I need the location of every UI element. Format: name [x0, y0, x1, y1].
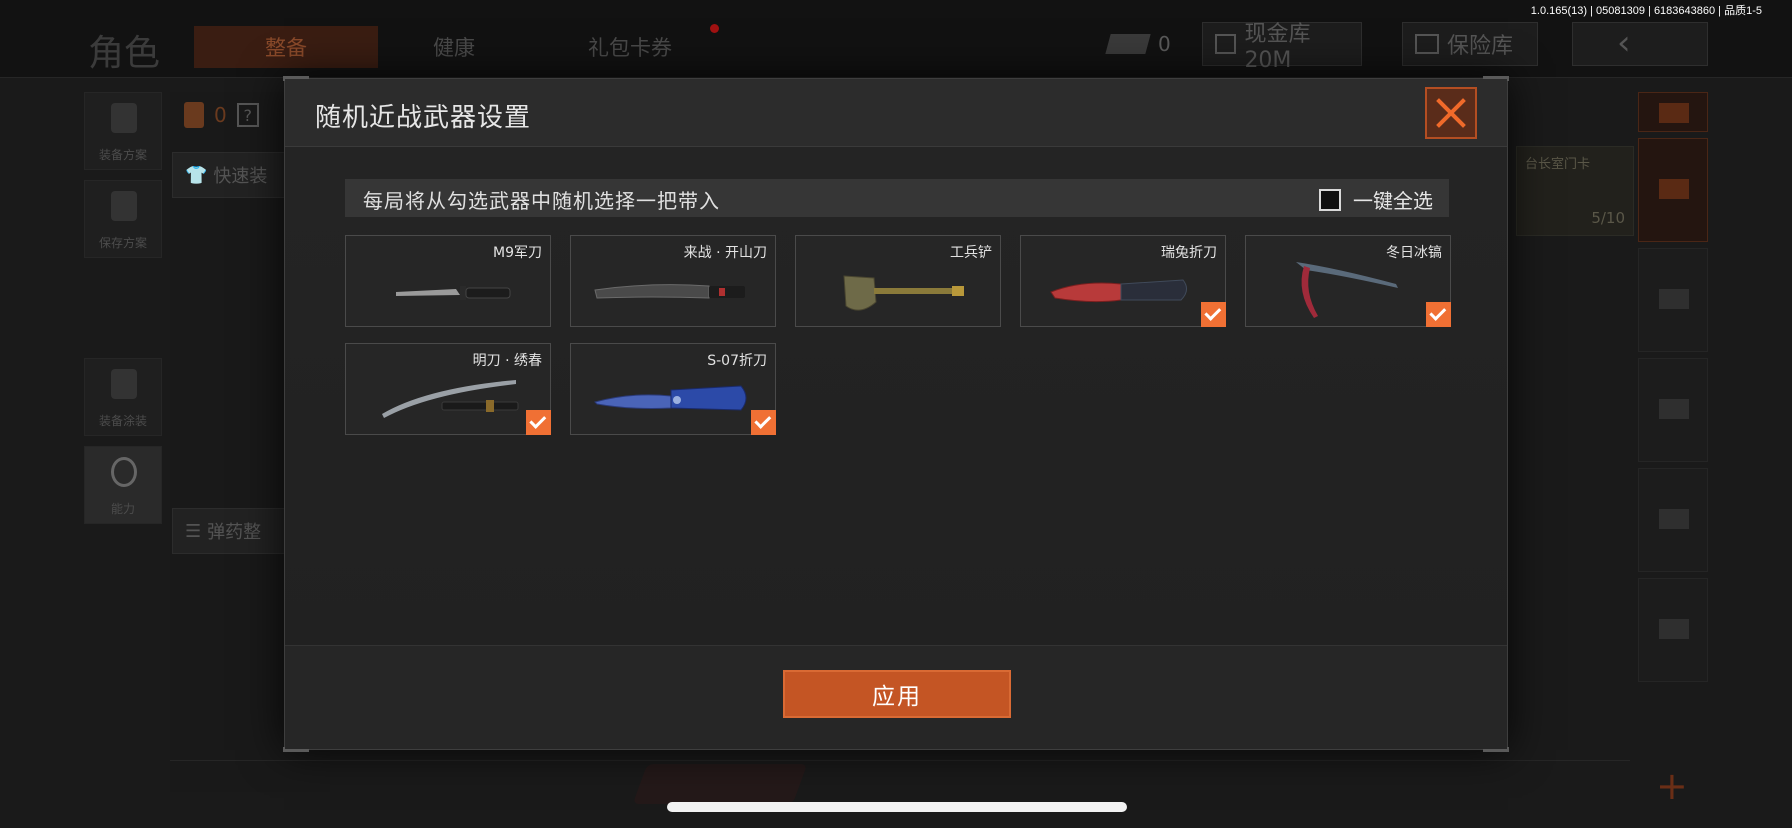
back-arrow-icon: ‹	[1617, 23, 1631, 63]
ammo-sort-label: 弹药整	[207, 522, 262, 543]
equip-skin-button[interactable]: 装备涂装	[84, 358, 162, 436]
inventory-grid	[170, 760, 1630, 828]
safe-icon	[1415, 34, 1439, 54]
backpack-icon	[184, 102, 204, 128]
tab-gift-cards[interactable]: 礼包卡券	[570, 26, 690, 68]
info-bar: 每局将从勾选武器中随机选择一把带入 一键全选	[345, 179, 1449, 217]
save-plan-label: 保存方案	[98, 236, 147, 250]
helmet-slot-icon	[1659, 289, 1689, 309]
tab-health[interactable]: 健康	[394, 26, 514, 68]
dialog-header: 随机近战武器设置	[285, 79, 1507, 147]
close-button[interactable]	[1425, 87, 1477, 139]
weapon-card-machete[interactable]: 来战 · 开山刀	[570, 235, 776, 327]
weapon-card-katana[interactable]: 明刀 · 绣春	[345, 343, 551, 435]
vest-icon	[111, 103, 137, 133]
checked-icon	[1426, 302, 1451, 327]
weapon-card-m9[interactable]: M9军刀	[345, 235, 551, 327]
ammo-sort-button[interactable]: ☰ 弹药整	[172, 508, 302, 554]
folding-knife-icon	[1050, 279, 1187, 303]
help-icon[interactable]: ?	[236, 103, 259, 127]
equip-skin-label: 装备涂装	[98, 414, 147, 428]
apply-button[interactable]: 应用	[783, 670, 1011, 718]
info-text: 每局将从勾选武器中随机选择一把带入	[363, 189, 720, 213]
lightning-icon	[111, 457, 137, 487]
checked-icon	[1201, 302, 1226, 327]
armor-icon	[1659, 179, 1689, 199]
weapon-name: 来战 · 开山刀	[683, 245, 767, 261]
ability-label: 能力	[110, 502, 135, 516]
vault-icon	[1215, 34, 1237, 54]
currency-count: 0	[1158, 32, 1171, 56]
download-icon	[111, 191, 137, 221]
back-button[interactable]: ‹	[1572, 22, 1708, 66]
weapon-name: 瑞兔折刀	[1161, 245, 1217, 261]
slot-layers[interactable]	[1638, 92, 1708, 132]
slot-magazine[interactable]	[1638, 468, 1708, 572]
weapon-name: M9军刀	[493, 245, 542, 261]
blue-knife-icon	[594, 385, 747, 411]
save-plan-button[interactable]: 保存方案	[84, 180, 162, 258]
keycard-slot[interactable]: 台长室门卡 5/10	[1516, 146, 1634, 236]
weapon-card-rabbit-knife[interactable]: 瑞兔折刀	[1020, 235, 1226, 327]
keycard-count: 5/10	[1591, 209, 1625, 227]
checked-icon	[526, 410, 551, 435]
loadout-plan-button[interactable]: 装备方案	[84, 92, 162, 170]
dialog-body: 每局将从勾选武器中随机选择一把带入 一键全选 M9军刀 来战 · 开山刀 工兵铲…	[285, 147, 1507, 647]
insurance-vault-label: 保险库	[1447, 34, 1514, 59]
weapon-card-shovel[interactable]: 工兵铲	[795, 235, 1001, 327]
weapon-name: 明刀 · 绣春	[472, 353, 542, 369]
weapon-card-s07[interactable]: S-07折刀	[570, 343, 776, 435]
select-all-checkbox[interactable]: 一键全选	[1319, 185, 1433, 214]
magazine-icon	[1659, 509, 1689, 529]
list-icon: ☰	[185, 520, 202, 542]
add-icon[interactable]: +	[1656, 764, 1688, 808]
shovel-icon	[843, 275, 964, 311]
insurance-vault-button[interactable]: 保险库	[1402, 22, 1538, 66]
bayonet-icon	[396, 286, 511, 300]
weapon-name: 冬日冰镐	[1386, 245, 1442, 261]
helmet-icon	[111, 369, 137, 399]
dialog-footer: 应用	[285, 645, 1507, 749]
left-toolbar: 装备方案 保存方案 装备涂装 能力	[84, 92, 162, 534]
currency-display: 0	[1105, 26, 1171, 62]
machete-icon	[594, 284, 745, 299]
quick-equip-button[interactable]: 👕 快速装	[172, 152, 302, 198]
quick-equip-label: 快速装	[213, 166, 268, 187]
loadout-count: 0 ?	[184, 102, 259, 128]
rifle-icon	[1659, 399, 1689, 419]
random-melee-dialog: 随机近战武器设置 每局将从勾选武器中随机选择一把带入 一键全选 M9军刀 来战	[283, 76, 1509, 752]
weapon-name: 工兵铲	[950, 245, 992, 261]
loadout-plan-label: 装备方案	[98, 148, 147, 162]
weapon-card-ice-pick[interactable]: 冬日冰镐	[1245, 235, 1451, 327]
slot-rifle[interactable]	[1638, 358, 1708, 462]
notification-dot	[710, 24, 719, 33]
cash-vault-button[interactable]: 现金库 20M	[1202, 22, 1362, 73]
checkbox-icon	[1319, 188, 1341, 211]
weapon-name: S-07折刀	[707, 353, 767, 369]
keycard-title: 台长室门卡	[1525, 157, 1591, 172]
top-bar: 角色 整备 健康 礼包卡券 0 现金库 20M 保险库 ‹	[0, 0, 1792, 78]
select-all-label: 一键全选	[1353, 189, 1433, 213]
slot-helmet[interactable]	[1638, 248, 1708, 352]
katana-icon	[382, 380, 519, 418]
shirt-icon: 👕	[185, 164, 208, 186]
slot-armor[interactable]	[1638, 138, 1708, 242]
ice-pick-icon	[1296, 262, 1398, 318]
ticket-icon	[1105, 34, 1151, 54]
dialog-title: 随机近战武器设置	[315, 103, 532, 133]
ammo-icon	[1659, 619, 1689, 639]
knife-preview	[632, 764, 808, 804]
version-text: 1.0.165(13) | 05081309 | 6183643860 | 品质…	[1530, 5, 1762, 17]
checked-icon	[751, 410, 776, 435]
ability-button[interactable]: 能力	[84, 446, 162, 524]
cash-vault-label: 现金库 20M	[1244, 21, 1311, 73]
equipment-slots	[1638, 92, 1708, 812]
page-title: 角色	[88, 33, 161, 74]
home-indicator[interactable]	[667, 802, 1127, 812]
tab-equip[interactable]: 整备	[194, 26, 378, 68]
slot-ammo[interactable]	[1638, 578, 1708, 682]
loadout-count-value: 0	[214, 103, 227, 127]
layers-icon	[1659, 103, 1689, 123]
